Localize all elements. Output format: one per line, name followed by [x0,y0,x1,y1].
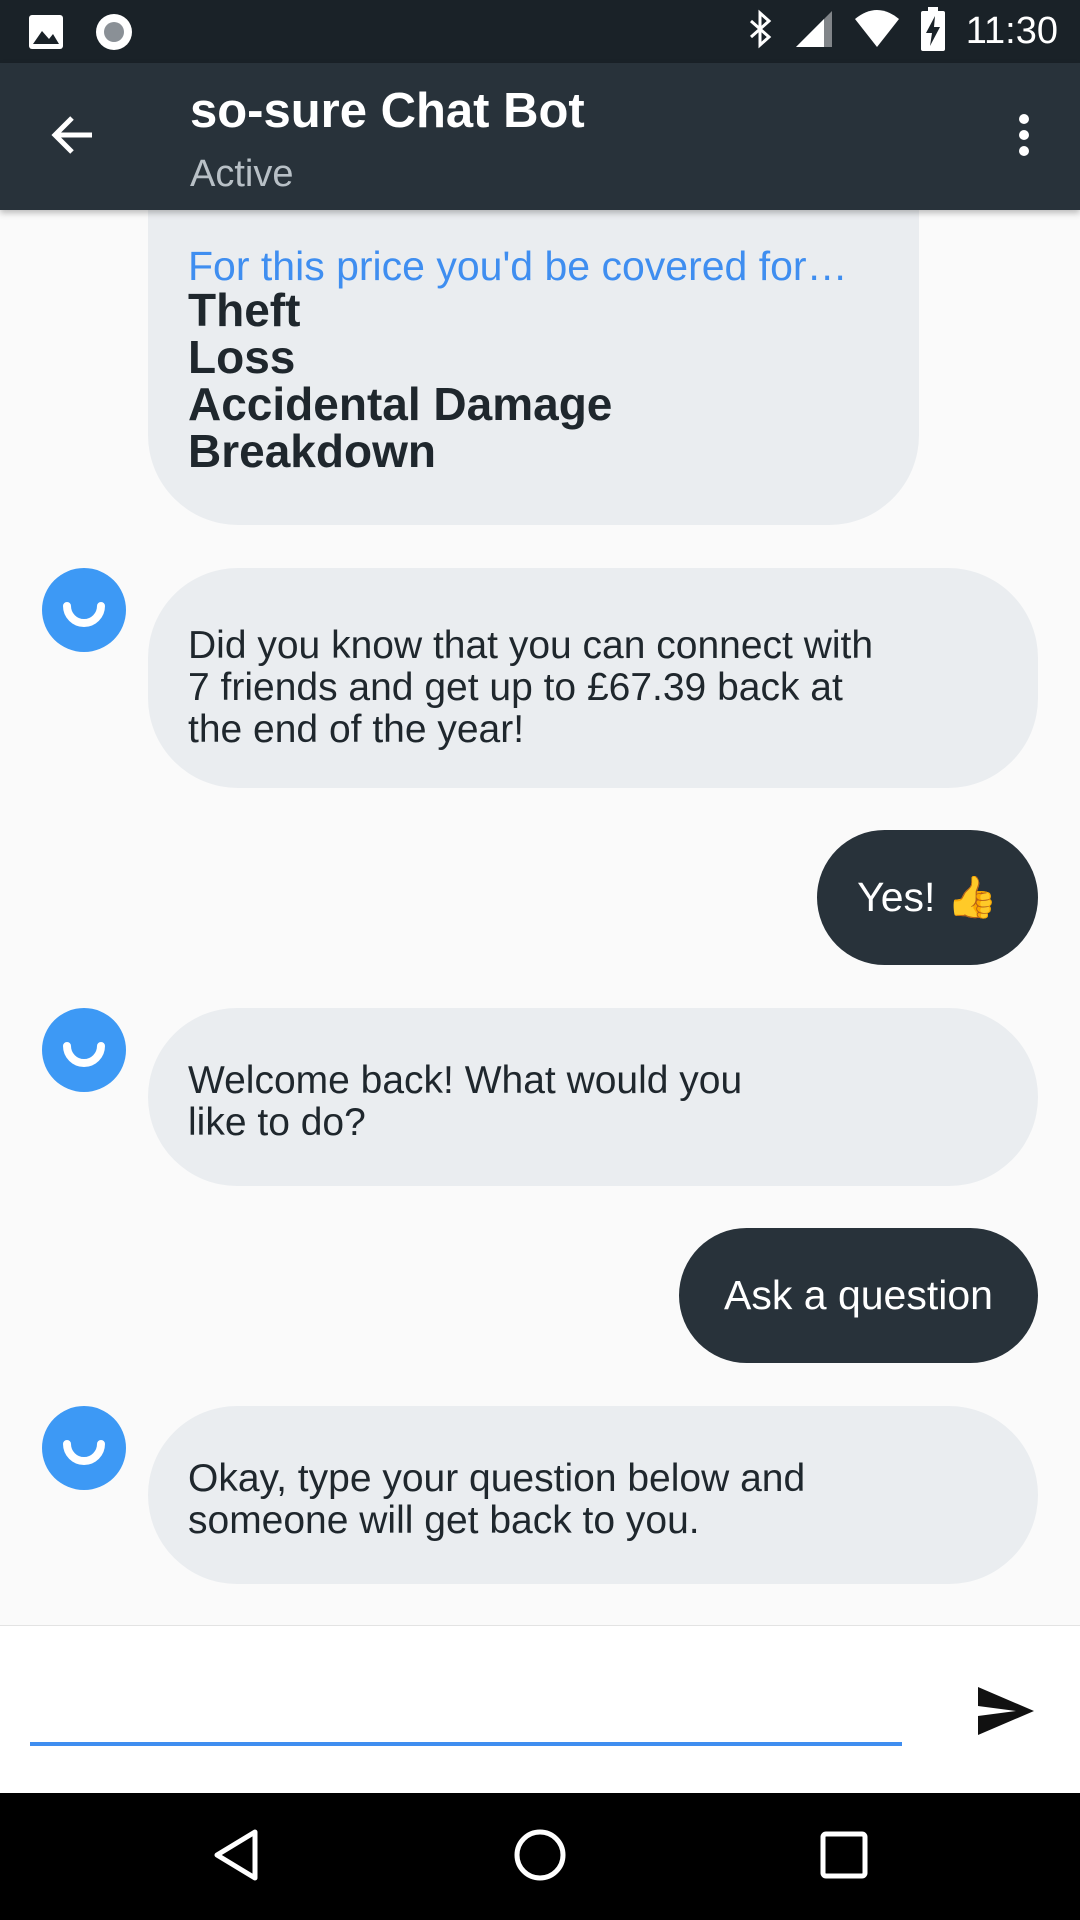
message-line: Did you know that you can connect with [188,624,874,667]
chat-title: so-sure Chat Bot [190,84,585,138]
image-icon [28,14,64,55]
bot-avatar [42,568,126,652]
smile-icon [63,602,105,627]
chat-status: Active [190,153,294,195]
smile-icon [63,1042,105,1067]
coverage-title: For this price you'd be covered for… [188,243,848,289]
arrow-back-icon [48,111,96,164]
message-line: someone will get back to you. [188,1499,700,1542]
message-line: the end of the year! [188,708,525,751]
back-button[interactable] [40,105,104,169]
signal-icon [794,9,834,54]
message-text: Ask a question [724,1272,993,1318]
send-button[interactable] [968,1678,1044,1748]
nav-home-button[interactable] [504,1821,576,1893]
app-bar: so-sure Chat Bot Active [0,63,1080,210]
wifi-icon [854,9,900,54]
message-input[interactable] [30,1676,902,1746]
message-line: Welcome back! What would you [188,1059,743,1102]
message-text: Yes! 👍 [857,873,998,920]
system-nav-bar [0,1793,1080,1920]
smile-icon [63,1440,105,1465]
bluetooth-icon [748,9,774,54]
user-message: Yes! 👍 [817,830,1038,965]
coverage-item: Theft [188,284,301,336]
status-time: 11:30 [965,9,1058,52]
composer-bar [0,1625,1080,1793]
nav-back-icon [211,1828,261,1887]
nav-recents-button[interactable] [808,1821,880,1893]
bot-message: Did you know that you can connect with 7… [148,568,1038,788]
message-line: Okay, type your question below and [188,1457,806,1500]
bot-message: For this price you'd be covered for… The… [148,210,919,525]
nav-home-icon [512,1827,568,1888]
send-icon [976,1685,1036,1742]
coverage-item: Accidental Damage [188,378,613,430]
bot-message: Okay, type your question below and someo… [148,1406,1038,1584]
nav-back-button[interactable] [200,1821,272,1893]
message-line: 7 friends and get up to £67.39 back at [188,666,843,709]
status-bar: 11:30 [0,0,1080,63]
nav-recents-icon [819,1830,869,1885]
battery-charging-icon [920,6,946,56]
overflow-menu-button[interactable] [992,105,1056,169]
coverage-item: Loss [188,331,296,383]
bot-message: Welcome back! What would you like to do? [148,1008,1038,1186]
coverage-item: Breakdown [188,425,436,477]
more-vert-icon [1016,111,1032,164]
user-message: Ask a question [679,1228,1038,1363]
chat-messages[interactable]: For this price you'd be covered for… The… [0,210,1080,1625]
bot-avatar [42,1008,126,1092]
record-icon [94,12,134,57]
message-line: like to do? [188,1101,366,1144]
bot-avatar [42,1406,126,1490]
